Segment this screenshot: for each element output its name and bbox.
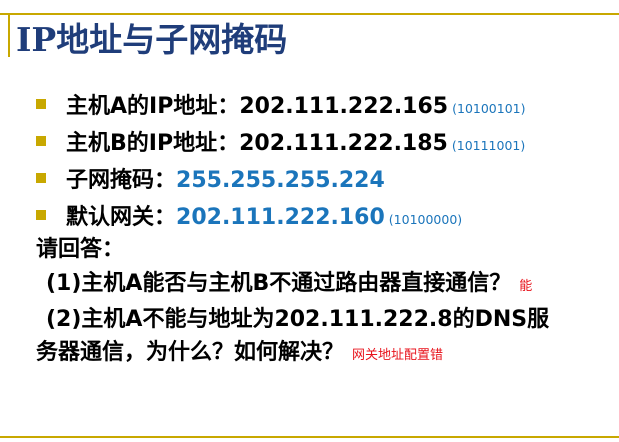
question-2-line-2: 务器通信，为什么？如何解决？ 网关地址配置错 [36,336,611,372]
question-2-line-1: (2)主机A不能与地址为202.111.222.8的DNS服 [36,303,611,336]
list-item-default-gateway: 默认网关： 202.111.222.160 (10100000) [36,199,606,236]
square-bullet-icon [36,136,46,146]
answer-text: 能 [519,279,533,294]
square-bullet-icon [36,210,46,220]
top-divider [0,13,619,15]
list-item-host-b-ip: 主机B的IP地址： 202.111.222.185 (10111001) [36,125,606,162]
question-heading: 请回答： [36,237,125,262]
bottom-divider [0,436,619,438]
bullet-label: 主机B的IP地址： [66,131,240,156]
question-text: (1)主机A能否与主机B不通过路由器直接通信？ [46,271,512,296]
binary-note: (10111001) [451,138,526,153]
bullet-label: 主机A的IP地址： [66,94,240,119]
question-text: (2)主机A不能与地址为202.111.222.8的DNS服 [46,307,550,332]
bullet-label: 默认网关： [66,205,177,230]
binary-note: (10100000) [388,212,463,227]
ip-config-list: 主机A的IP地址： 202.111.222.165 (10100101) 主机B… [36,88,606,236]
bullet-value: 202.111.222.165 [239,94,449,119]
list-item-subnet-mask: 子网掩码： 255.255.255.224 [36,162,606,199]
question-1: (1)主机A能否与主机B不通过路由器直接通信？ 能 [36,267,611,303]
title-accent-bar [8,13,10,57]
list-item-host-a-ip: 主机A的IP地址： 202.111.222.165 (10100101) [36,88,606,125]
answer-text: 网关地址配置错 [352,348,444,363]
binary-note: (10100101) [452,101,526,116]
bullet-value: 202.111.222.185 [239,131,448,156]
question-text: 务器通信，为什么？如何解决？ [36,340,345,365]
bullet-value: 202.111.222.160 [176,205,385,230]
question-section: 请回答： (1)主机A能否与主机B不通过路由器直接通信？ 能 (2)主机A不能与地… [36,233,611,372]
square-bullet-icon [36,99,46,109]
bullet-label: 子网掩码： [66,168,177,193]
square-bullet-icon [36,173,46,183]
bullet-value: 255.255.255.224 [176,168,385,193]
slide-title: IP地址与子网掩码 [16,20,288,59]
